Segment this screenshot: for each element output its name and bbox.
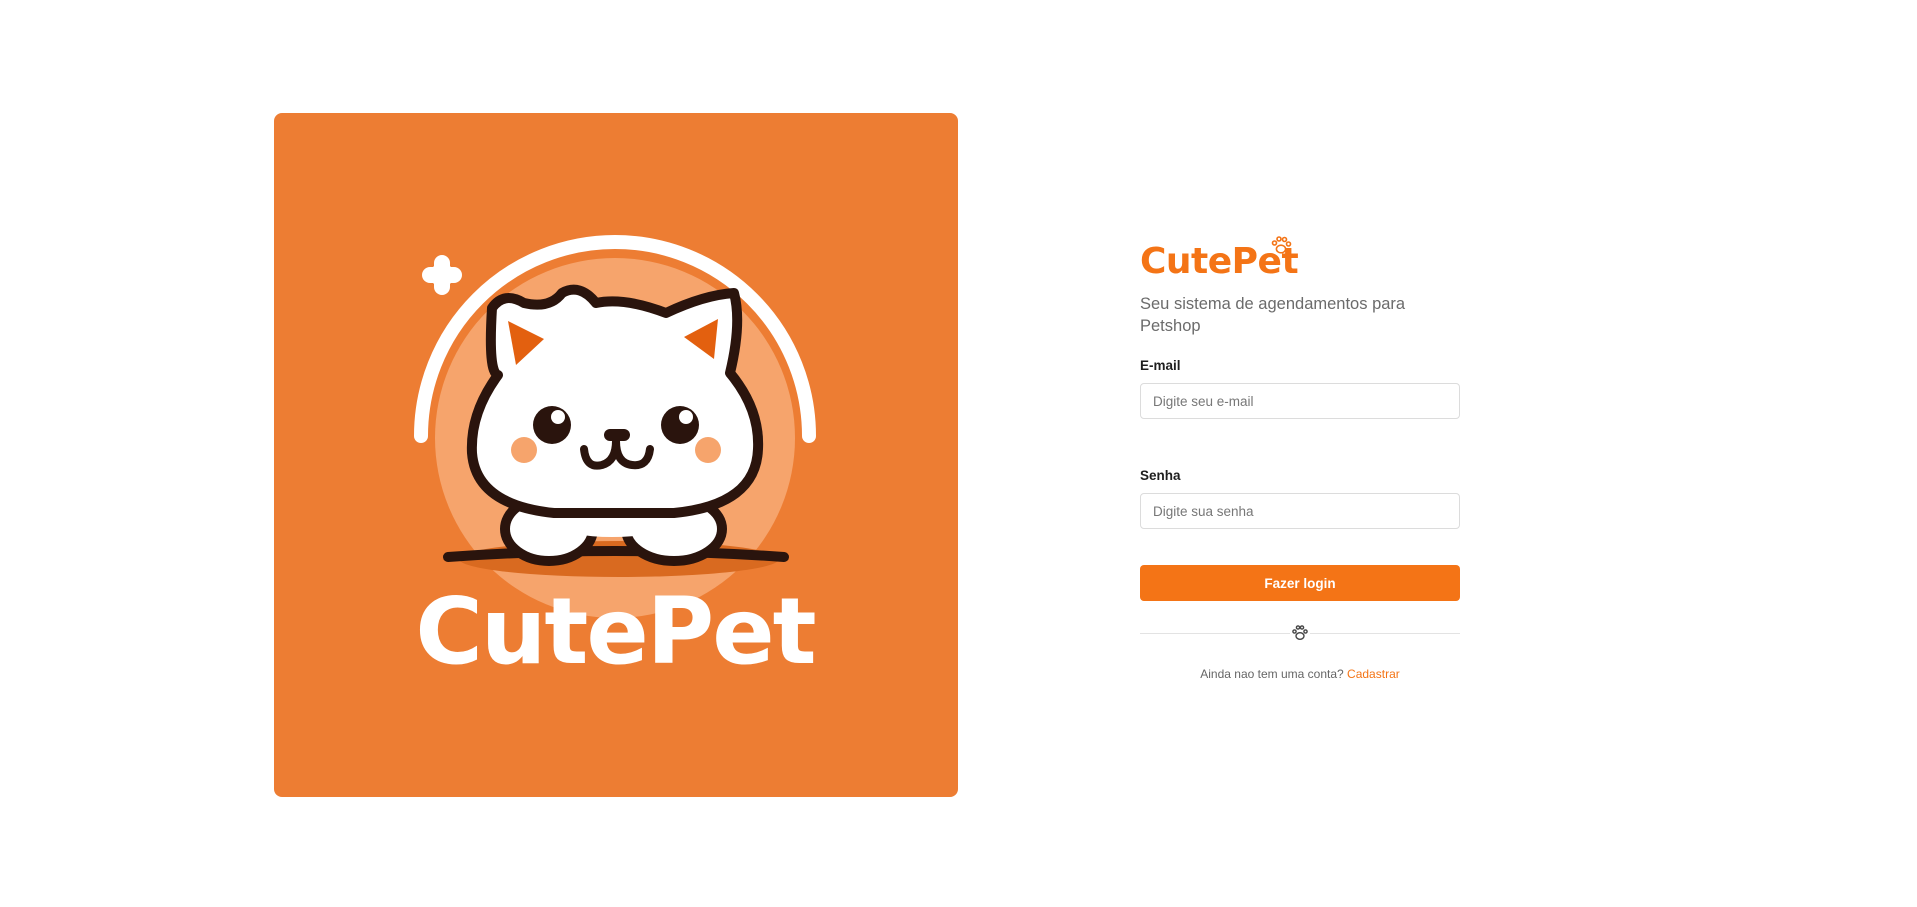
brand: CutePet xyxy=(1140,230,1460,282)
email-label: E-mail xyxy=(1140,358,1181,373)
hero-logo-text: CutePet xyxy=(415,578,814,685)
cutepet-logo-image: CutePet xyxy=(414,235,817,685)
signup-row: Ainda nao tem uma conta? Cadastrar xyxy=(1140,667,1460,681)
password-label: Senha xyxy=(1140,468,1181,483)
divider xyxy=(1140,623,1460,643)
signup-link[interactable]: Cadastrar xyxy=(1347,667,1400,681)
password-field[interactable] xyxy=(1140,493,1460,529)
sparkle-icon xyxy=(422,255,462,295)
tagline: Seu sistema de agendamentos para Petshop xyxy=(1140,295,1406,335)
signup-prompt: Ainda nao tem uma conta? xyxy=(1200,667,1344,681)
hero-banner: CutePet xyxy=(274,113,958,797)
paw-icon xyxy=(1290,623,1310,643)
login-page: CutePet CutePet Seu sistema de agendamen… xyxy=(0,0,1917,907)
login-form: CutePet Seu sistema de agendamentos para… xyxy=(1140,230,1460,681)
email-field[interactable] xyxy=(1140,383,1460,419)
paw-icon xyxy=(1271,236,1292,254)
login-button[interactable]: Fazer login xyxy=(1140,565,1460,601)
